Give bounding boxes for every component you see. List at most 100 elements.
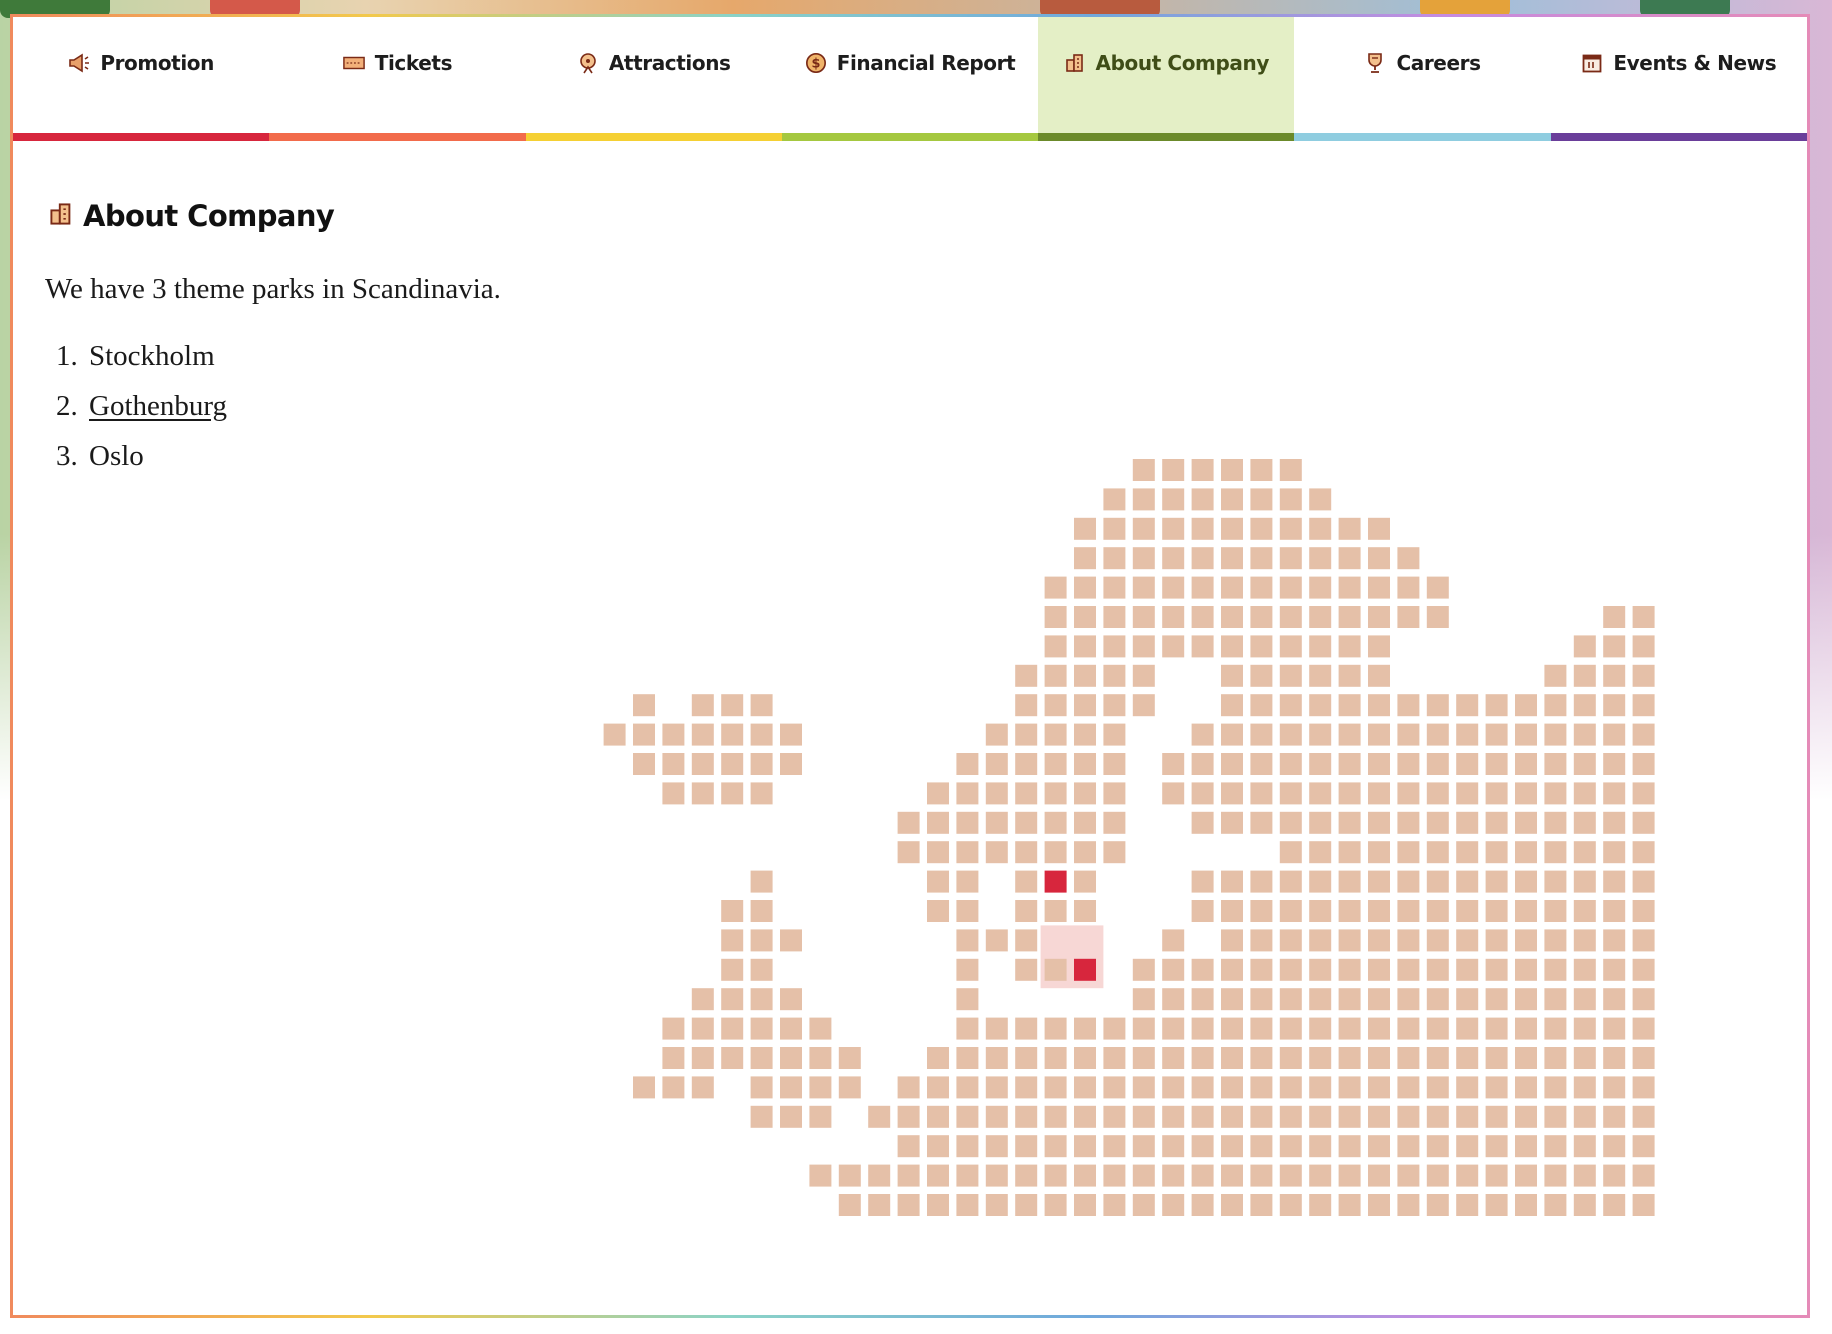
map-cell [1309,694,1332,717]
map-cell [1015,811,1038,834]
tab-tickets[interactable]: Tickets [269,17,526,141]
map-cell [1338,988,1361,1011]
map-cell [1250,459,1273,481]
map-cell [1515,1076,1537,1099]
map-cell [1309,900,1332,922]
tab-about-company[interactable]: About Company [1038,17,1295,141]
map-cell [1015,958,1038,981]
map-cell [780,988,802,1011]
map-cell [1221,694,1243,717]
map-cell [1426,1017,1449,1040]
page-heading: About Company [49,199,335,233]
map-cell [1221,753,1243,775]
map-cell [1456,694,1479,717]
map-cell [1103,576,1126,599]
map-cell [1573,635,1596,658]
map-cell [1603,841,1626,864]
map-cell [1544,841,1567,864]
map-cell [1162,782,1185,805]
tab-label: Events & News [1613,51,1777,75]
map-cell [1309,488,1332,511]
map-cell [927,1164,949,1187]
map-cell [1632,1017,1655,1040]
map-cell [1250,958,1273,981]
map-cell [897,1076,920,1099]
map-cell [897,1194,920,1216]
map-cell [956,1105,979,1128]
map-cell [1485,1017,1508,1040]
tab-promotion[interactable]: Promotion [13,17,270,141]
map-cell [868,1194,891,1216]
map-cell [1456,782,1479,805]
map-cell [1368,664,1390,687]
map-cell [1515,782,1537,805]
map-cell [1103,1076,1126,1099]
map-cell [1162,547,1185,570]
map-cell [1279,606,1302,628]
map-cell [1397,606,1420,628]
map-cell [1338,1017,1361,1040]
megaphone-icon [68,52,90,74]
tab-events-news[interactable]: Events & News [1550,17,1807,141]
map-cell [633,1076,655,1099]
map-cell [985,1017,1008,1040]
map-cell [1279,1017,1302,1040]
list-item: Gothenburg [85,381,227,431]
map-cell [1485,694,1508,717]
map-cell [1544,1017,1567,1040]
map-cell [1397,1194,1420,1216]
map-cell [1191,606,1214,628]
map-cell [1632,841,1655,864]
map-cell [1309,841,1332,864]
map-cell [1250,664,1273,687]
map-cell [1250,1135,1273,1158]
map-cell [1132,635,1155,658]
map-cell [1103,1135,1126,1158]
map-cell [1544,723,1567,746]
map-cell [1103,753,1126,775]
map-cell [1074,870,1096,893]
map-cell [1309,635,1332,658]
map-cell [1250,606,1273,628]
map-cell [1426,811,1449,834]
map-cell [1221,1135,1243,1158]
map-cell [1132,517,1155,540]
tab-financial-report[interactable]: $ Financial Report [781,17,1039,141]
map-cell [750,782,773,805]
map-cell [1456,811,1479,834]
map-cell [1515,988,1537,1011]
tab-careers[interactable]: Careers [1294,17,1551,141]
map-cell [1309,988,1332,1011]
map-cell [1485,811,1508,834]
map-cell [927,1076,949,1099]
map-cell [1603,1135,1626,1158]
map-cell [1368,1017,1390,1040]
map-cell [1103,782,1126,805]
map-cell [1397,782,1420,805]
map-cell [750,870,773,893]
park-marker[interactable] [1074,958,1096,981]
map-cell [927,870,949,893]
map-cell [1250,1164,1273,1187]
map-cell [1279,547,1302,570]
map-cell [1368,723,1390,746]
park-marker[interactable] [1044,870,1067,893]
map-cell [985,723,1008,746]
map-cell [1309,1105,1332,1128]
map-cell [721,988,744,1011]
map-cell [662,1076,685,1099]
map-cell [1573,1017,1596,1040]
map-cell [1191,635,1214,658]
map-cell [1044,958,1067,981]
map-cell [1426,576,1449,599]
map-cell [809,1105,832,1128]
map-cell [1132,1164,1155,1187]
tab-attractions[interactable]: Attractions [525,17,782,141]
map-cell [1485,870,1508,893]
map-cell [1397,1135,1420,1158]
park-link[interactable]: Gothenburg [89,390,227,422]
map-cell [1368,958,1390,981]
map-cell [897,1164,920,1187]
map-cell [1485,841,1508,864]
map-cell [1485,1076,1508,1099]
